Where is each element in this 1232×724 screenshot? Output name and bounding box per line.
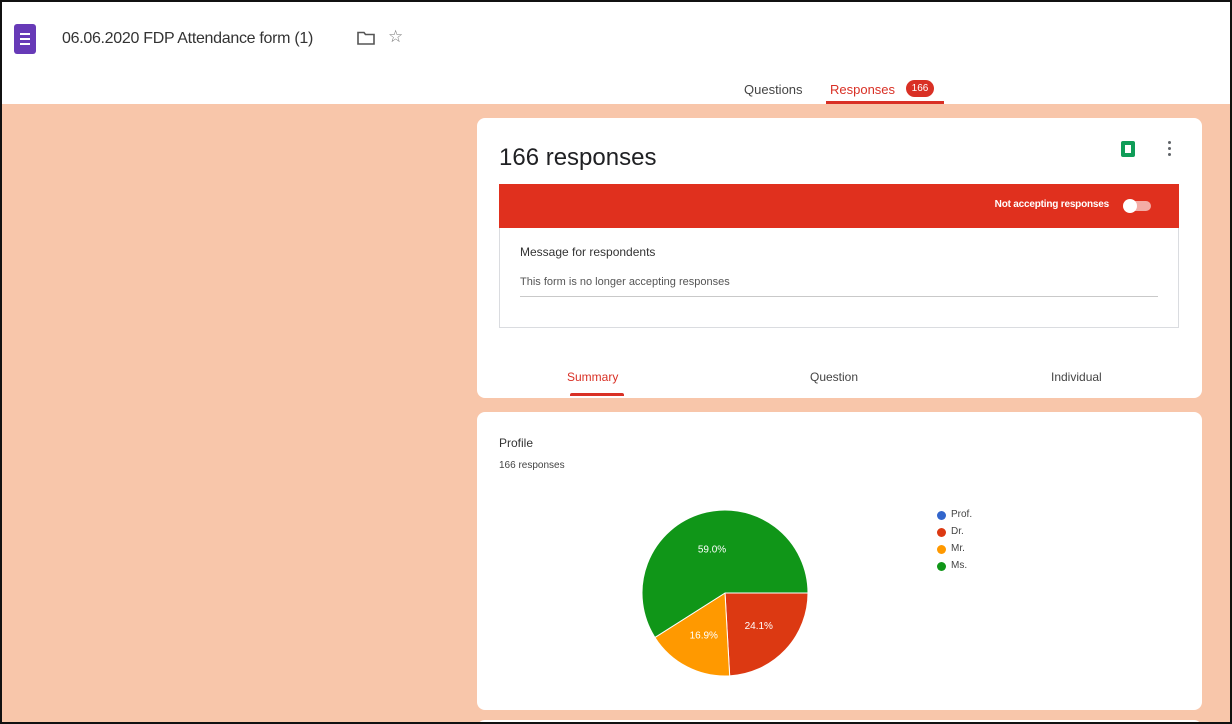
responses-view-tabs: Summary Question Individual xyxy=(477,360,1202,398)
pie-data-label: 24.1% xyxy=(745,621,773,632)
legend-swatch xyxy=(937,511,946,520)
message-input[interactable]: This form is no longer accepting respons… xyxy=(520,276,730,288)
question-summary-card: Profile 166 responses 24.1% 16.9% 59.0% Pr… xyxy=(477,412,1202,710)
active-tab-indicator xyxy=(826,101,944,104)
tab-summary[interactable]: Summary xyxy=(567,370,618,384)
tab-responses[interactable]: Responses xyxy=(830,82,895,97)
message-input-underline xyxy=(520,296,1158,297)
accepting-responses-bar: Not accepting responses xyxy=(499,184,1179,228)
legend-swatch xyxy=(937,528,946,537)
message-label: Message for respondents xyxy=(520,245,656,259)
create-spreadsheet-icon[interactable] xyxy=(1121,141,1135,157)
tab-question[interactable]: Question xyxy=(810,370,858,384)
header-bar: 06.06.2020 FDP Attendance form (1) ☆ Que… xyxy=(2,2,1230,104)
pie-data-label: 59.0% xyxy=(698,544,726,555)
summary-tab-indicator xyxy=(570,393,624,396)
tab-individual[interactable]: Individual xyxy=(1051,370,1102,384)
next-question-card xyxy=(477,720,1202,722)
tab-questions[interactable]: Questions xyxy=(744,82,803,97)
app-window: 06.06.2020 FDP Attendance form (1) ☆ Que… xyxy=(0,0,1232,724)
responses-count-badge: 166 xyxy=(906,80,934,97)
responses-count-heading: 166 responses xyxy=(499,144,657,171)
legend-label: Mr. xyxy=(951,543,965,554)
google-forms-icon[interactable] xyxy=(14,24,36,54)
folder-icon[interactable] xyxy=(357,31,375,45)
legend-label: Prof. xyxy=(951,509,973,520)
legend-swatch xyxy=(937,545,946,554)
star-icon[interactable]: ☆ xyxy=(388,28,403,46)
pie-data-label: 16.9% xyxy=(690,630,718,641)
accepting-responses-label: Not accepting responses xyxy=(994,199,1110,210)
document-title[interactable]: 06.06.2020 FDP Attendance form (1) xyxy=(62,30,313,48)
legend-swatch xyxy=(937,562,946,571)
pie-slice-dr[interactable] xyxy=(724,592,809,677)
more-options-icon[interactable] xyxy=(1165,140,1173,158)
responses-summary-card: 166 responses Not accepting responses Me… xyxy=(477,118,1202,398)
accepting-responses-toggle[interactable] xyxy=(1123,199,1151,213)
legend-label: Dr. xyxy=(951,526,964,537)
profile-pie-chart: 24.1% 16.9% 59.0% xyxy=(641,509,809,677)
legend-label: Ms. xyxy=(951,560,968,571)
message-for-respondents-section: Message for respondents This form is no … xyxy=(499,228,1179,328)
